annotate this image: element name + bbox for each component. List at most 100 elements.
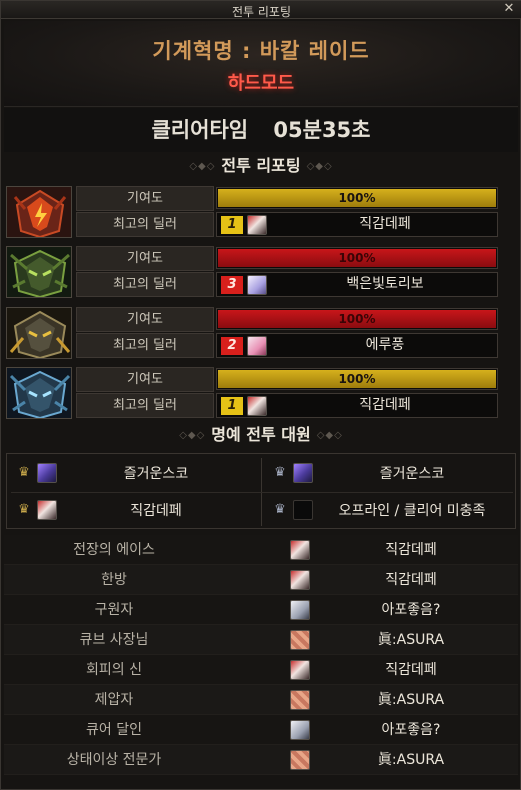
honor-member[interactable]: ♛ 즐거운스코: [265, 456, 512, 492]
award-row[interactable]: 큐브 사장님 眞:ASURA: [4, 625, 518, 655]
red-avatar: [290, 660, 310, 680]
green-dragon-helm-icon: [6, 246, 72, 298]
award-winner: 아포좋음?: [381, 602, 441, 618]
contribution-label: 기여도: [76, 246, 214, 271]
boss-row: 기여도 최고의 딜러 100% 3 백은빛토리보: [6, 246, 518, 298]
best-dealer: 1 직감데페: [216, 393, 498, 418]
award-title: 큐브 사장님: [79, 632, 149, 648]
best-dealer: 1 직감데페: [216, 212, 498, 237]
award-row[interactable]: 전장의 에이스 직감데페: [4, 535, 518, 565]
rank-badge: 1: [221, 397, 243, 415]
skin-avatar: [290, 750, 310, 770]
left-ornament-icon: ◇◆◇: [189, 160, 216, 172]
award-row[interactable]: 한방 직감데페: [4, 565, 518, 595]
fire-dragon-helm-icon: [6, 186, 72, 238]
white-avatar: [247, 275, 267, 295]
award-winner: 眞:ASURA: [377, 692, 445, 708]
title-bar[interactable]: 전투 리포팅 ✕: [1, 1, 521, 19]
rank-badge: 3: [221, 276, 243, 294]
award-title: 회피의 신: [86, 662, 142, 678]
award-winner: 眞:ASURA: [377, 632, 445, 648]
boss-row: 기여도 최고의 딜러 100% 1 직감데페: [6, 367, 518, 419]
left-ornament-icon: ◇◆◇: [179, 429, 206, 441]
contribution-label: 기여도: [76, 367, 214, 392]
silver-crown-icon: ♛: [274, 502, 286, 517]
best-dealer: 2 에루풍: [216, 333, 498, 358]
honor-member[interactable]: ♛ 직감데페: [9, 493, 256, 529]
best-dealer: 3 백은빛토리보: [216, 272, 498, 297]
award-winner: 직감데페: [385, 662, 437, 678]
raid-mode: 하드모드: [227, 73, 295, 94]
honor-member[interactable]: ♛ 오프라인 / 클리어 미충족: [265, 493, 512, 529]
dealer-name: 백은빛토리보: [346, 276, 424, 292]
award-row[interactable]: 구원자 아포좋음?: [4, 595, 518, 625]
gold-crown-icon: ♛: [18, 465, 30, 480]
red-avatar: [247, 215, 267, 235]
contribution-bar: 100%: [216, 247, 498, 269]
right-ornament-icon: ◇◆◇: [306, 160, 333, 172]
best-dealer-label: 최고의 딜러: [76, 333, 214, 358]
pink-avatar: [247, 336, 267, 356]
honor-member[interactable]: ♛ 즐거운스코: [9, 456, 256, 492]
contribution-value: 100%: [338, 372, 376, 386]
contribution-value: 100%: [338, 251, 376, 265]
clear-time: 클리어타임 05분35초: [4, 108, 518, 152]
boss-row: 기여도 최고의 딜러 100% 1 직감데페: [6, 186, 518, 238]
award-row[interactable]: 상태이상 전문가 眞:ASURA: [4, 745, 518, 775]
award-winner: 眞:ASURA: [377, 752, 445, 768]
award-title: 큐어 달인: [86, 722, 142, 738]
dealer-name: 에루풍: [365, 337, 405, 353]
raid-name: 기계혁명 : 바칼 레이드: [152, 39, 370, 63]
battle-report-window: 전투 리포팅 ✕ 기계혁명 : 바칼 레이드 하드모드 클리어타임 05분35초…: [0, 0, 521, 790]
honor-section-title: ◇◆◇ 명예 전투 대원 ◇◆◇: [4, 423, 518, 447]
report-section-title: ◇◆◇ 전투 리포팅 ◇◆◇: [4, 154, 518, 178]
member-name: 즐거운스코: [123, 466, 189, 482]
award-title: 제압자: [94, 692, 134, 708]
contribution-value: 100%: [338, 191, 376, 205]
contribution-bar: 100%: [216, 187, 498, 209]
best-dealer-label: 최고의 딜러: [76, 212, 214, 237]
gray-avatar: [290, 720, 310, 740]
contribution-value: 100%: [338, 312, 376, 326]
dealer-name: 직감데페: [359, 216, 411, 232]
contribution-label: 기여도: [76, 307, 214, 332]
raid-header: 기계혁명 : 바칼 레이드 하드모드: [4, 21, 518, 107]
red-avatar: [290, 540, 310, 560]
gold-dragon-helm-icon: [6, 307, 72, 359]
best-dealer-label: 최고의 딜러: [76, 393, 214, 418]
contribution-bar: 100%: [216, 368, 498, 390]
best-dealer-label: 최고의 딜러: [76, 272, 214, 297]
member-name: 직감데페: [130, 503, 182, 519]
red-avatar: [37, 500, 57, 520]
contribution-label: 기여도: [76, 186, 214, 211]
rank-badge: 2: [221, 337, 243, 355]
honor-members: ♛ 즐거운스코 ♛ 즐거운스코 ♛ 직감데페 ♛ 오프라인 / 클리어 미충족: [6, 453, 516, 529]
purple-avatar: [293, 463, 313, 483]
contribution-bar: 100%: [216, 308, 498, 330]
purple-avatar: [37, 463, 57, 483]
red-avatar: [247, 396, 267, 416]
award-title: 한방: [101, 572, 127, 588]
award-winner: 아포좋음?: [381, 722, 441, 738]
award-row[interactable]: 제압자 眞:ASURA: [4, 685, 518, 715]
skin-avatar: [290, 690, 310, 710]
award-title: 전장의 에이스: [73, 542, 155, 558]
member-name: 오프라인 / 클리어 미충족: [338, 503, 486, 519]
award-row[interactable]: 회피의 신 직감데페: [4, 655, 518, 685]
ice-dragon-helm-icon: [6, 367, 72, 419]
award-title: 상태이상 전문가: [66, 752, 162, 768]
gold-crown-icon: ♛: [18, 502, 30, 517]
window-title: 전투 리포팅: [231, 5, 291, 19]
award-winner: 직감데페: [385, 542, 437, 558]
award-winner: 직감데페: [385, 572, 437, 588]
empty-avatar: [293, 500, 313, 520]
close-icon[interactable]: ✕: [502, 2, 516, 16]
clear-time-label: 클리어타임: [151, 118, 249, 142]
red-avatar: [290, 570, 310, 590]
boss-row: 기여도 최고의 딜러 100% 2 에루풍: [6, 307, 518, 359]
report-title: 전투 리포팅: [221, 156, 301, 175]
honor-title: 명예 전투 대원: [211, 425, 311, 444]
skin-avatar: [290, 630, 310, 650]
award-row[interactable]: 큐어 달인 아포좋음?: [4, 715, 518, 745]
rank-badge: 1: [221, 216, 243, 234]
